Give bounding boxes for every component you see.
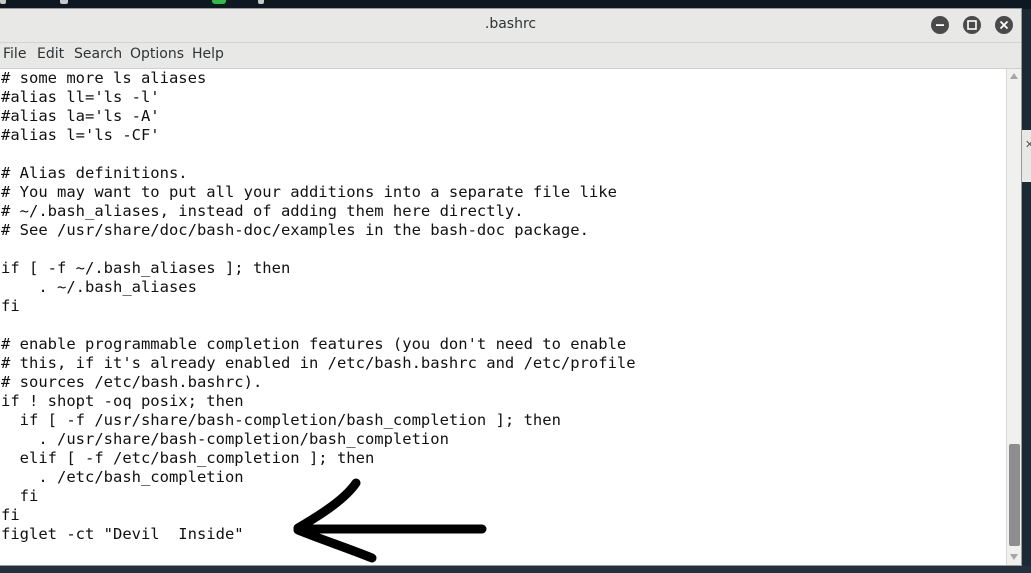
- code-line: fi: [1, 506, 20, 524]
- code-line: if [ -f /usr/share/bash-completion/bash_…: [1, 411, 561, 429]
- maximize-icon: [967, 20, 977, 30]
- code-line: #alias la='ls -A': [1, 107, 160, 125]
- taskbar-indicator: [212, 0, 226, 4]
- menu-search[interactable]: Search: [74, 46, 122, 62]
- close-button[interactable]: [995, 16, 1013, 34]
- menu-options[interactable]: Options: [130, 46, 184, 62]
- menubar: File Edit Search Options Help: [0, 43, 1021, 69]
- desktop-top-bar: [0, 0, 1031, 9]
- code-line: . /usr/share/bash-completion/bash_comple…: [1, 430, 449, 448]
- titlebar[interactable]: .bashrc: [0, 9, 1021, 43]
- code-line: # Alias definitions.: [1, 164, 188, 182]
- close-icon: [999, 20, 1009, 30]
- menu-file[interactable]: File: [3, 46, 26, 62]
- code-line: . /etc/bash_completion: [1, 468, 244, 486]
- minimize-button[interactable]: [931, 16, 949, 34]
- menu-edit[interactable]: Edit: [37, 46, 64, 62]
- text-editor[interactable]: # some more ls aliases #alias ll='ls -l' #…: [0, 69, 1006, 565]
- minimize-icon: [936, 24, 944, 26]
- code-line: #alias l='ls -CF': [1, 126, 160, 144]
- menu-help[interactable]: Help: [192, 46, 224, 62]
- code-line: #alias ll='ls -l': [1, 88, 160, 106]
- code-line: # See /usr/share/doc/bash-doc/examples i…: [1, 221, 589, 239]
- code-line: fi: [1, 297, 20, 315]
- code-line: elif [ -f /etc/bash_completion ]; then: [1, 449, 375, 467]
- background-window-edge: ✕: [1021, 130, 1031, 182]
- code-line: figlet -ct "Devil Inside": [1, 525, 244, 543]
- code-line: # this, if it's already enabled in /etc/…: [1, 354, 636, 372]
- vertical-scrollbar[interactable]: [1006, 69, 1021, 565]
- code-line: fi: [1, 487, 39, 505]
- code-line: if [ -f ~/.bash_aliases ]; then: [1, 259, 291, 277]
- code-line: . ~/.bash_aliases: [1, 278, 197, 296]
- scroll-up-icon[interactable]: [1010, 73, 1018, 79]
- code-line: # enable programmable completion feature…: [1, 335, 627, 353]
- editor-window: .bashrc File Edit Search Options Help # …: [0, 9, 1021, 565]
- code-line: # sources /etc/bash.bashrc).: [1, 373, 263, 391]
- scroll-thumb[interactable]: [1009, 444, 1020, 546]
- desktop-bottom: [0, 566, 1031, 573]
- code-line: if ! shopt -oq posix; then: [1, 392, 244, 410]
- code-line: # You may want to put all your additions…: [1, 183, 617, 201]
- code-line: # ~/.bash_aliases, instead of adding the…: [1, 202, 524, 220]
- scroll-down-icon[interactable]: [1010, 554, 1018, 560]
- window-title: .bashrc: [484, 16, 537, 32]
- maximize-button[interactable]: [963, 16, 981, 34]
- code-line: # some more ls aliases: [1, 69, 207, 87]
